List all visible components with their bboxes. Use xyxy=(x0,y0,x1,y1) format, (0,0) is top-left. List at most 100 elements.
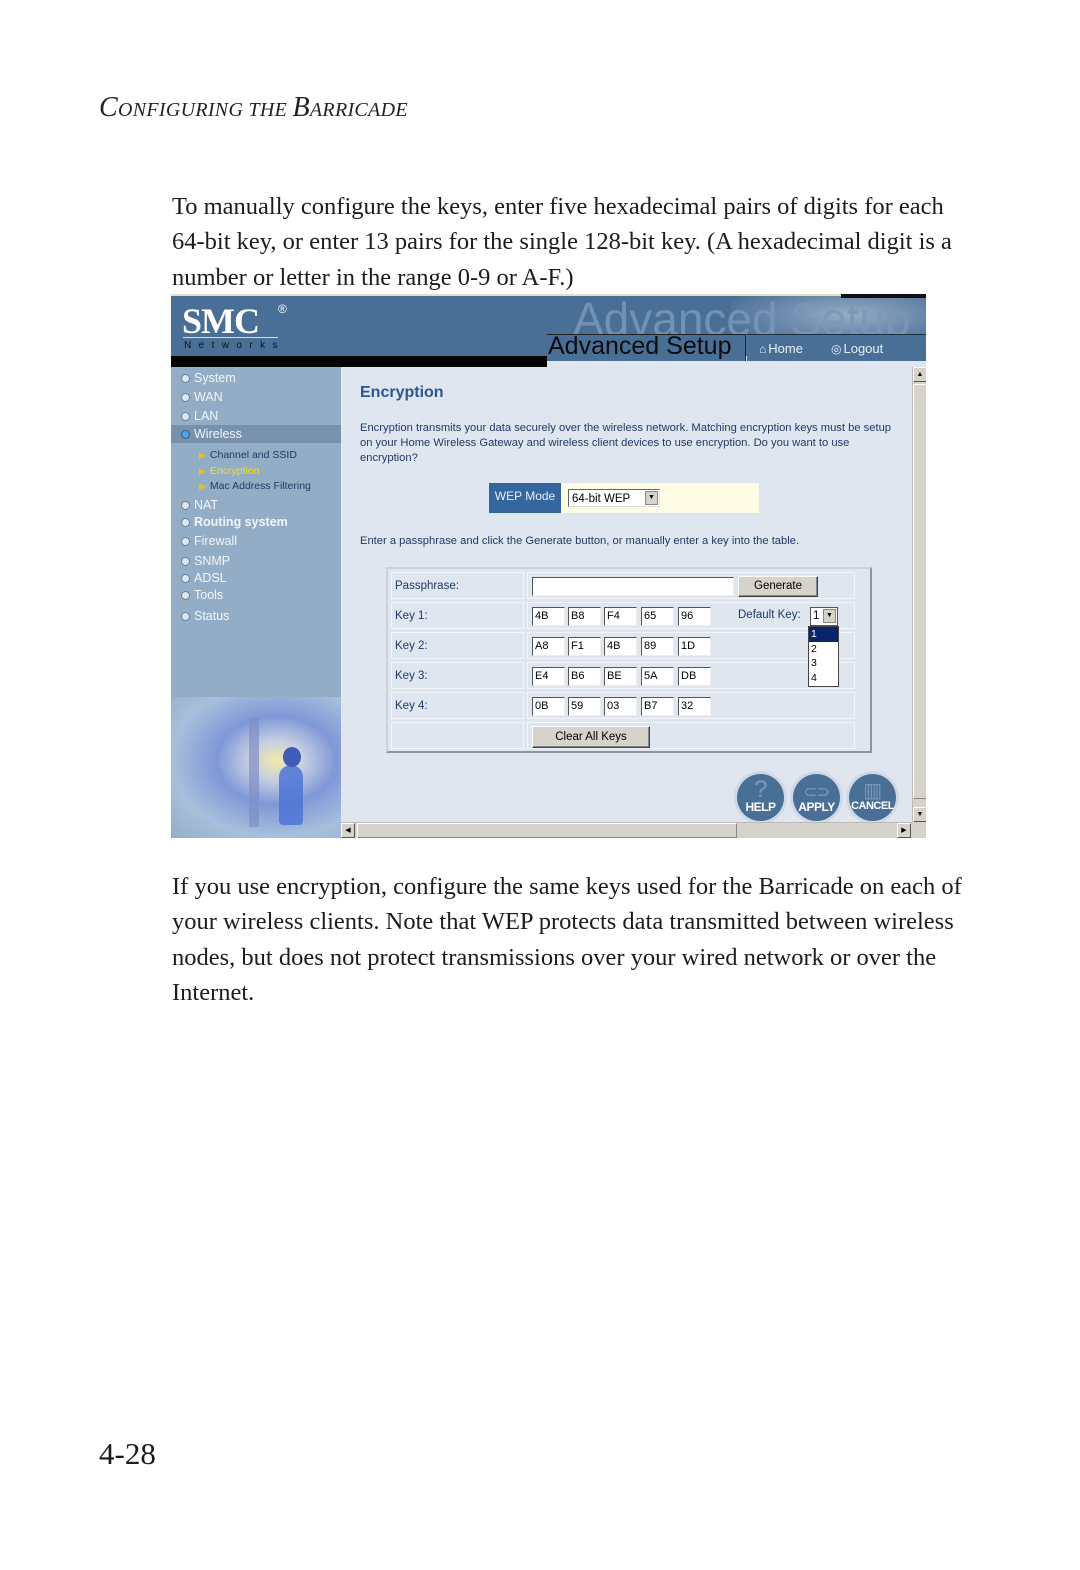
logout-link[interactable]: ◎ Logout xyxy=(831,341,883,356)
arrow-icon: ▶ xyxy=(199,466,206,476)
dropdown-option[interactable]: 4 xyxy=(809,671,838,686)
sidebar-item-adsl[interactable]: ADSL xyxy=(181,571,227,585)
key-label: Key 4: xyxy=(391,692,524,719)
sidebar-item-label: Wireless xyxy=(194,427,242,441)
key-byte-input[interactable]: B6 xyxy=(568,667,601,686)
section-description: Encryption transmits your data securely … xyxy=(360,422,892,464)
sidebar-item-lan[interactable]: LAN xyxy=(181,409,218,423)
divider xyxy=(183,337,278,338)
sidebar-subitem-label: Encryption xyxy=(209,465,260,477)
key-byte-input[interactable]: B7 xyxy=(641,697,674,716)
help-button[interactable]: ? HELP xyxy=(737,774,784,821)
key-table: Passphrase: Generate Key 1: 4B B8 F4 65 … xyxy=(386,567,872,753)
sidebar-item-snmp[interactable]: SNMP xyxy=(181,554,230,568)
key-cell: E4 B6 BE 5A DB xyxy=(527,662,855,689)
cancel-button[interactable]: ▥ CANCEL xyxy=(849,774,896,821)
key-byte-input[interactable]: 89 xyxy=(641,637,674,656)
vertical-scrollbar[interactable]: ▲ ▼ xyxy=(912,367,926,822)
horizontal-scroll-thumb[interactable] xyxy=(357,823,737,838)
sidebar-item-label: Routing system xyxy=(194,515,288,529)
passphrase-label: Passphrase: xyxy=(391,572,524,599)
page-number: 4-28 xyxy=(99,1436,156,1471)
sidebar-subitem-label: Channel and SSID xyxy=(209,449,297,461)
apply-button[interactable]: ⊂⊃ APPLY xyxy=(793,774,840,821)
key-byte-input[interactable]: 1D xyxy=(678,637,711,656)
passphrase-input[interactable] xyxy=(532,577,734,596)
sidebar-item-routing[interactable]: Routing system xyxy=(181,515,288,529)
bullet-icon xyxy=(181,393,190,403)
key-byte-input[interactable]: 4B xyxy=(532,607,565,626)
key-byte-input[interactable]: 0B xyxy=(532,697,565,716)
key-byte-input[interactable]: E4 xyxy=(532,667,565,686)
key-byte-input[interactable]: 5A xyxy=(641,667,674,686)
key-byte-input[interactable]: 96 xyxy=(678,607,711,626)
sidebar-item-wan[interactable]: WAN xyxy=(181,390,223,404)
scroll-left-icon[interactable]: ◀ xyxy=(341,823,355,838)
key-byte-input[interactable]: 65 xyxy=(641,607,674,626)
scroll-down-icon[interactable]: ▼ xyxy=(913,807,926,822)
horizontal-scrollbar[interactable]: ◀ ▶ xyxy=(341,822,912,838)
sidebar-subitem-label: Mac Address Filtering xyxy=(209,480,311,492)
sidebar-item-firewall[interactable]: Firewall xyxy=(181,534,237,548)
help-label: HELP xyxy=(745,800,776,814)
scroll-up-icon[interactable]: ▲ xyxy=(913,367,926,382)
passphrase-row: Passphrase: Generate xyxy=(391,572,855,599)
key-byte-input[interactable]: 03 xyxy=(604,697,637,716)
logout-label: Logout xyxy=(843,341,884,356)
key-byte-input[interactable]: F4 xyxy=(604,607,637,626)
sidebar-item-label: Tools xyxy=(194,588,224,602)
main-content: Encryption Encryption transmits your dat… xyxy=(341,367,911,822)
bullet-icon xyxy=(181,518,190,528)
sidebar-item-status[interactable]: Status xyxy=(181,609,229,623)
sidebar-item-tools[interactable]: Tools xyxy=(181,588,223,602)
dropdown-option[interactable]: 3 xyxy=(809,656,838,671)
sidebar-item-label: SNMP xyxy=(194,554,231,568)
bullet-icon xyxy=(181,574,190,584)
photo-door xyxy=(249,717,259,827)
scroll-right-icon[interactable]: ▶ xyxy=(897,823,911,838)
key-label: Key 2: xyxy=(391,632,524,659)
key-byte-input[interactable]: DB xyxy=(678,667,711,686)
sidebar-item-label: LAN xyxy=(194,409,219,423)
arrow-icon: ▶ xyxy=(199,481,206,491)
sidebar-item-system[interactable]: System xyxy=(181,371,236,385)
wep-mode-select[interactable]: 64-bit WEP ▼ xyxy=(568,489,660,507)
key-byte-input[interactable]: 32 xyxy=(678,697,711,716)
key-row: Key 1: 4B B8 F4 65 96 Default Key: 1 ▼ xyxy=(391,602,855,629)
key-byte-input[interactable]: 4B xyxy=(604,637,637,656)
key-cell: 4B B8 F4 65 96 Default Key: 1 ▼ xyxy=(527,602,855,629)
bullet-icon xyxy=(181,537,190,547)
scrollbar-corner xyxy=(912,822,926,838)
key-byte-input[interactable]: B8 xyxy=(568,607,601,626)
passphrase-cell: Generate xyxy=(527,572,855,599)
sidebar: System WAN LAN Wireless ▶ Channel and SSI… xyxy=(171,367,341,838)
home-link[interactable]: ⌂ Home xyxy=(759,341,803,356)
vertical-scroll-thumb[interactable] xyxy=(913,384,926,799)
chevron-down-icon[interactable]: ▼ xyxy=(823,609,836,623)
body-paragraph-intro: To manually configure the keys, enter fi… xyxy=(172,193,952,291)
sidebar-photo xyxy=(171,697,341,838)
dropdown-option[interactable]: 2 xyxy=(809,642,838,657)
key-cell: 0B 59 03 B7 32 xyxy=(527,692,855,719)
running-head-cap: B xyxy=(292,92,310,123)
wep-mode-value: 64-bit WEP xyxy=(572,493,631,505)
sidebar-item-wireless[interactable]: Wireless xyxy=(171,425,341,443)
sidebar-subitem-encryption[interactable]: ▶ Encryption xyxy=(199,465,260,477)
key-byte-input[interactable]: BE xyxy=(604,667,637,686)
home-icon: ⌂ xyxy=(759,342,767,356)
default-key-select[interactable]: 1 ▼ xyxy=(810,607,838,626)
sidebar-item-nat[interactable]: NAT xyxy=(181,498,218,512)
sidebar-subitem-mac-filtering[interactable]: ▶ Mac Address Filtering xyxy=(199,480,311,492)
clear-all-keys-button[interactable]: Clear All Keys xyxy=(532,726,650,748)
page-title: Advanced Setup xyxy=(548,332,732,360)
divider xyxy=(841,294,926,298)
chevron-down-icon[interactable]: ▼ xyxy=(645,491,658,505)
sidebar-item-label: ADSL xyxy=(194,571,227,585)
key-byte-input[interactable]: A8 xyxy=(532,637,565,656)
key-hint: Enter a passphrase and click the Generat… xyxy=(360,535,800,547)
sidebar-subitem-channel-ssid[interactable]: ▶ Channel and SSID xyxy=(199,449,297,461)
dropdown-option[interactable]: 1 xyxy=(809,627,838,642)
key-byte-input[interactable]: F1 xyxy=(568,637,601,656)
generate-button[interactable]: Generate xyxy=(738,576,818,597)
key-byte-input[interactable]: 59 xyxy=(568,697,601,716)
